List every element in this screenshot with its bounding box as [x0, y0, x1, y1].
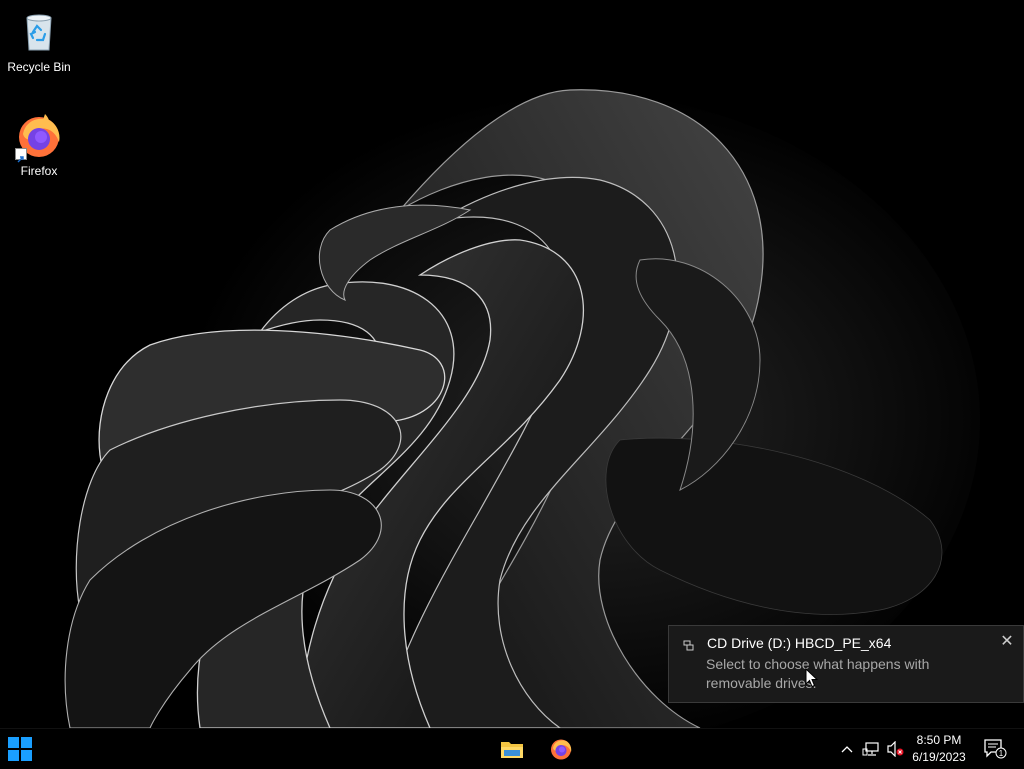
notification-title: CD Drive (D:) HBCD_PE_x64: [707, 635, 892, 651]
volume-muted-icon: [887, 741, 904, 757]
recycle-bin-icon: [15, 8, 63, 56]
start-button[interactable]: [0, 729, 40, 769]
close-icon[interactable]: ✕: [999, 634, 1015, 650]
notification-icon: 1: [984, 739, 1007, 759]
volume-button[interactable]: [884, 729, 906, 769]
clock-date: 6/19/2023: [912, 750, 966, 764]
firefox-icon: [551, 739, 572, 760]
taskbar: 8:50 PM 6/19/2023 1: [0, 728, 1024, 768]
shortcut-arrow-icon: [15, 148, 27, 163]
network-button[interactable]: [860, 729, 882, 769]
notification-count: 1: [999, 749, 1004, 758]
drive-icon: [683, 639, 695, 651]
notification-body: Select to choose what happens with remov…: [706, 656, 930, 691]
desktop-icon-recycle-bin[interactable]: Recycle Bin: [1, 8, 77, 74]
windows-logo-icon: [8, 737, 32, 761]
desktop-icon-label: Firefox: [20, 164, 58, 178]
action-center-button[interactable]: 1: [980, 729, 1010, 769]
desktop[interactable]: Recycle Bin Firefox CD Drive (D:) HBCD_P…: [0, 0, 1024, 728]
clock-time: 8:50 PM: [916, 733, 962, 747]
taskbar-file-explorer[interactable]: [492, 729, 532, 769]
show-hidden-icons-button[interactable]: [838, 729, 856, 769]
taskbar-clock[interactable]: 8:50 PM 6/19/2023: [906, 732, 972, 766]
chevron-up-icon: [841, 746, 853, 753]
folder-icon: [501, 742, 523, 758]
mouse-cursor-icon: [805, 668, 819, 688]
desktop-icon-firefox[interactable]: Firefox: [1, 112, 77, 178]
taskbar-firefox[interactable]: [541, 729, 581, 769]
autoplay-notification[interactable]: CD Drive (D:) HBCD_PE_x64 Select to choo…: [668, 625, 1024, 703]
network-icon: [862, 742, 879, 756]
firefox-icon: [15, 112, 63, 163]
desktop-icon-label: Recycle Bin: [7, 60, 71, 74]
wallpaper: [0, 0, 1024, 728]
